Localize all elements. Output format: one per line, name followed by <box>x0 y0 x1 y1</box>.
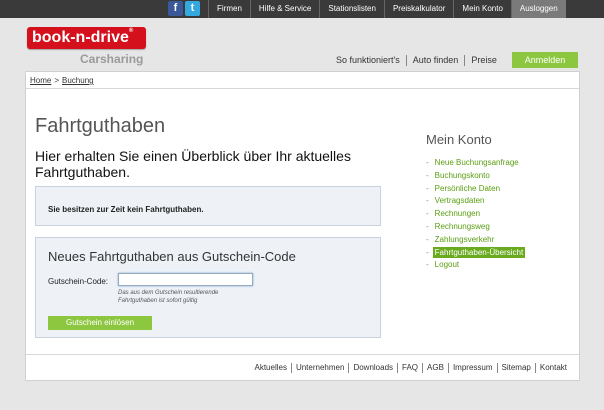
intro-text: Hier erhalten Sie einen Überblick über I… <box>35 148 351 180</box>
top-nav-hilfe-service[interactable]: Hilfe & Service <box>249 0 319 18</box>
page-title: Fahrtguthaben <box>35 115 166 137</box>
sidebar-item-rechnungen[interactable]: - Rechnungen <box>426 208 571 221</box>
sidebar-dash: - <box>426 170 429 180</box>
footer-links: Aktuelles Unternehmen Downloads FAQ AGB … <box>250 363 571 373</box>
sidebar-item-label: Zahlungsverkehr <box>434 234 495 244</box>
voucher-box: Neues Fahrtguthaben aus Gutschein-Code G… <box>35 237 381 338</box>
sidebar-dash: - <box>426 158 429 167</box>
logo-text: book-n-drive <box>32 29 129 46</box>
sidebar-item-neue-buchungsanfrage[interactable]: - Neue Buchungsanfrage <box>426 157 571 170</box>
top-nav-mein-konto[interactable]: Mein Konto <box>453 0 510 18</box>
top-nav-ausloggen[interactable]: Ausloggen <box>510 0 566 18</box>
sidebar-dash: - <box>426 234 429 244</box>
sidebar-title: Mein Konto <box>426 132 492 147</box>
sidebar-item-label: Persönliche Daten <box>434 183 501 193</box>
top-nav-firmen[interactable]: Firmen <box>208 0 250 18</box>
voucher-heading: Neues Fahrtguthaben aus Gutschein-Code <box>48 249 296 264</box>
sidebar-dash: - <box>426 221 429 231</box>
sidebar-dash: - <box>426 260 429 270</box>
footer-link-aktuelles[interactable]: Aktuelles <box>250 363 290 373</box>
footer-link-downloads[interactable]: Downloads <box>348 363 397 373</box>
voucher-hint: Das aus dem Gutschein resultierende Fahr… <box>118 290 219 304</box>
footer: Aktuelles Unternehmen Downloads FAQ AGB … <box>26 354 579 381</box>
sidebar-item-rechnungsweg[interactable]: - Rechnungsweg <box>426 221 571 234</box>
sidebar-item-buchungskonto[interactable]: - Buchungskonto <box>426 170 571 183</box>
sidebar-item-zahlungsverkehr[interactable]: - Zahlungsverkehr <box>426 234 571 247</box>
top-nav: Firmen Hilfe & Service Stationslisten Pr… <box>208 0 566 18</box>
credit-info-text: Sie besitzen zur Zeit kein Fahrtguthaben… <box>48 205 204 214</box>
main-nav-preise[interactable]: Preise <box>464 54 503 66</box>
breadcrumb-buchung[interactable]: Buchung <box>62 76 94 85</box>
top-bar: f t Firmen Hilfe & Service Stationsliste… <box>0 0 604 18</box>
sidebar-item-label: Rechnungsweg <box>434 221 490 231</box>
logo-subtitle: Carsharing <box>80 52 144 66</box>
breadcrumb-home[interactable]: Home <box>30 76 51 85</box>
twitter-icon[interactable]: t <box>185 1 200 16</box>
sidebar-dash: - <box>426 209 429 219</box>
sidebar-item-label: Buchungskonto <box>434 170 490 180</box>
main-nav-so-funktionierts[interactable]: So funktioniert's <box>330 55 406 66</box>
sidebar-item-persoenliche-daten[interactable]: - Persönliche Daten <box>426 183 571 196</box>
voucher-code-label: Gutschein-Code: <box>48 277 109 286</box>
social-links: f t <box>168 1 200 16</box>
breadcrumb: Home > Buchung <box>26 72 579 89</box>
content-panel: Home > Buchung Fahrtguthaben Hier erhalten… <box>25 71 580 381</box>
footer-link-faq[interactable]: FAQ <box>397 363 422 373</box>
account-sidebar: Mein Konto - Neue Buchungsanfrage - Buchun… <box>426 132 571 272</box>
sidebar-item-logout[interactable]: - Logout <box>426 259 571 272</box>
redeem-voucher-button[interactable]: Gutschein einlösen <box>48 316 152 330</box>
login-button[interactable]: Anmelden <box>512 52 578 68</box>
facebook-icon[interactable]: f <box>168 1 183 16</box>
footer-link-impressum[interactable]: Impressum <box>447 363 497 373</box>
top-nav-stationslisten[interactable]: Stationslisten <box>319 0 384 18</box>
breadcrumb-separator: > <box>54 76 60 85</box>
main-nav: So funktioniert's Auto finden Preise <box>330 52 503 68</box>
sidebar-dash: - <box>426 183 429 193</box>
footer-link-unternehmen[interactable]: Unternehmen <box>290 363 348 373</box>
sidebar-dash: - <box>426 247 429 257</box>
voucher-code-input[interactable] <box>118 273 253 286</box>
footer-link-agb[interactable]: AGB <box>422 363 448 373</box>
sidebar-item-fahrtguthaben-uebersicht[interactable]: - Fahrtguthaben-Übersicht <box>426 246 571 260</box>
main-nav-auto-finden[interactable]: Auto finden <box>405 54 465 66</box>
sidebar-item-label: Fahrtguthaben-Übersicht <box>432 246 526 258</box>
sidebar-item-label: Neue Buchungsanfrage <box>434 158 519 167</box>
footer-link-sitemap[interactable]: Sitemap <box>496 363 535 373</box>
sidebar-item-label: Rechnungen <box>434 209 481 219</box>
top-nav-preiskalkulator[interactable]: Preiskalkulator <box>383 0 453 18</box>
footer-link-kontakt[interactable]: Kontakt <box>534 363 571 373</box>
credit-info-box: Sie besitzen zur Zeit kein Fahrtguthaben… <box>35 186 381 226</box>
logo[interactable]: book-n-drive® <box>27 27 146 49</box>
sidebar-item-vertragsdaten[interactable]: - Vertragsdaten <box>426 195 571 208</box>
registered-mark: ® <box>128 28 134 34</box>
sidebar-dash: - <box>426 196 429 206</box>
sidebar-item-label: Vertragsdaten <box>434 196 485 206</box>
sidebar-item-label: Logout <box>434 260 460 270</box>
sidebar-menu: - Neue Buchungsanfrage - Buchungskonto - Pe… <box>426 157 571 272</box>
